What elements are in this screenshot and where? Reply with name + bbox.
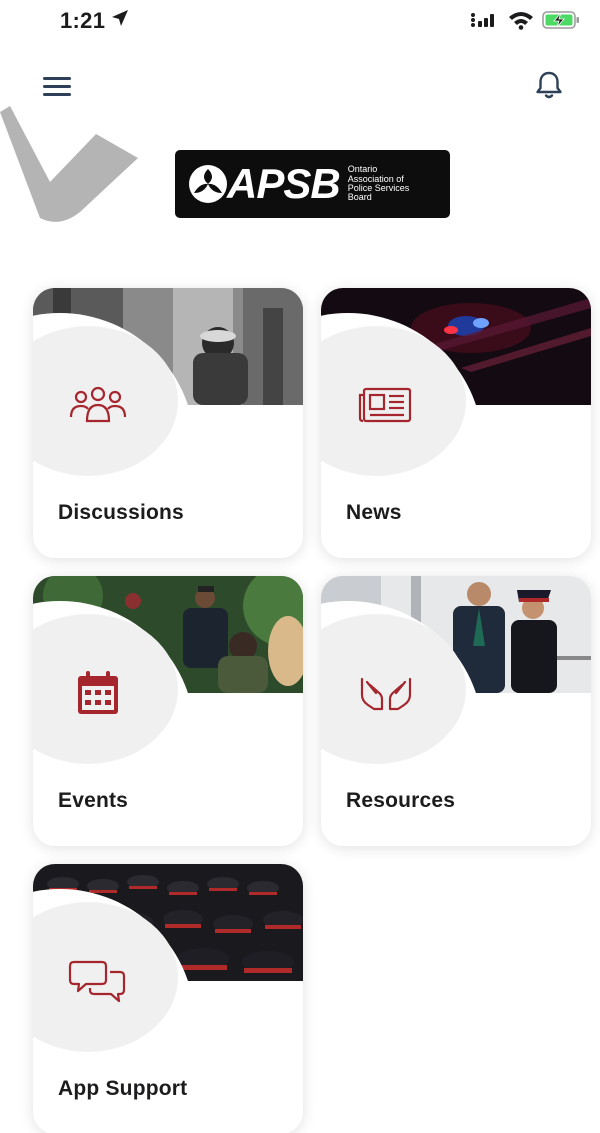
apsb-logo: APSB Ontario Association of Police Servi… — [175, 150, 450, 218]
chat-bubbles-icon — [68, 956, 128, 1006]
tile-label: Resources — [346, 789, 456, 812]
logo-subtitle: Ontario Association of Police Services B… — [347, 164, 410, 203]
newspaper-icon — [356, 380, 416, 430]
status-indicators — [470, 10, 580, 35]
tile-resources[interactable]: Resources — [321, 576, 591, 846]
bell-icon — [536, 71, 562, 99]
tile-label: Events — [58, 789, 129, 812]
calendar-icon — [68, 668, 128, 718]
battery-charging-icon — [542, 10, 580, 35]
notifications-button[interactable] — [532, 68, 566, 102]
tile-events[interactable]: Events — [33, 576, 303, 846]
tile-label: App Support — [58, 1077, 188, 1100]
hamburger-menu-icon — [43, 77, 71, 96]
tile-app-support[interactable]: App Support — [33, 864, 303, 1133]
trillium-icon — [189, 165, 227, 203]
tile-discussions[interactable]: Discussions — [33, 288, 303, 558]
helping-hands-icon — [356, 668, 416, 718]
status-bar: 1:21 — [0, 0, 600, 44]
wifi-icon — [508, 10, 534, 35]
location-arrow-icon — [110, 8, 130, 33]
cellular-signal-icon — [470, 11, 500, 34]
people-group-icon — [68, 380, 128, 430]
tile-label: News — [346, 501, 402, 524]
decorative-swoosh — [0, 106, 138, 222]
logo-wordmark: APSB — [227, 160, 341, 207]
tile-label: Discussions — [58, 501, 184, 524]
logo-line: Board — [347, 192, 372, 203]
logo-mark: APSB — [187, 160, 341, 207]
menu-button[interactable] — [40, 70, 74, 100]
tile-news[interactable]: News — [321, 288, 591, 558]
status-time: 1:21 — [60, 8, 106, 33]
